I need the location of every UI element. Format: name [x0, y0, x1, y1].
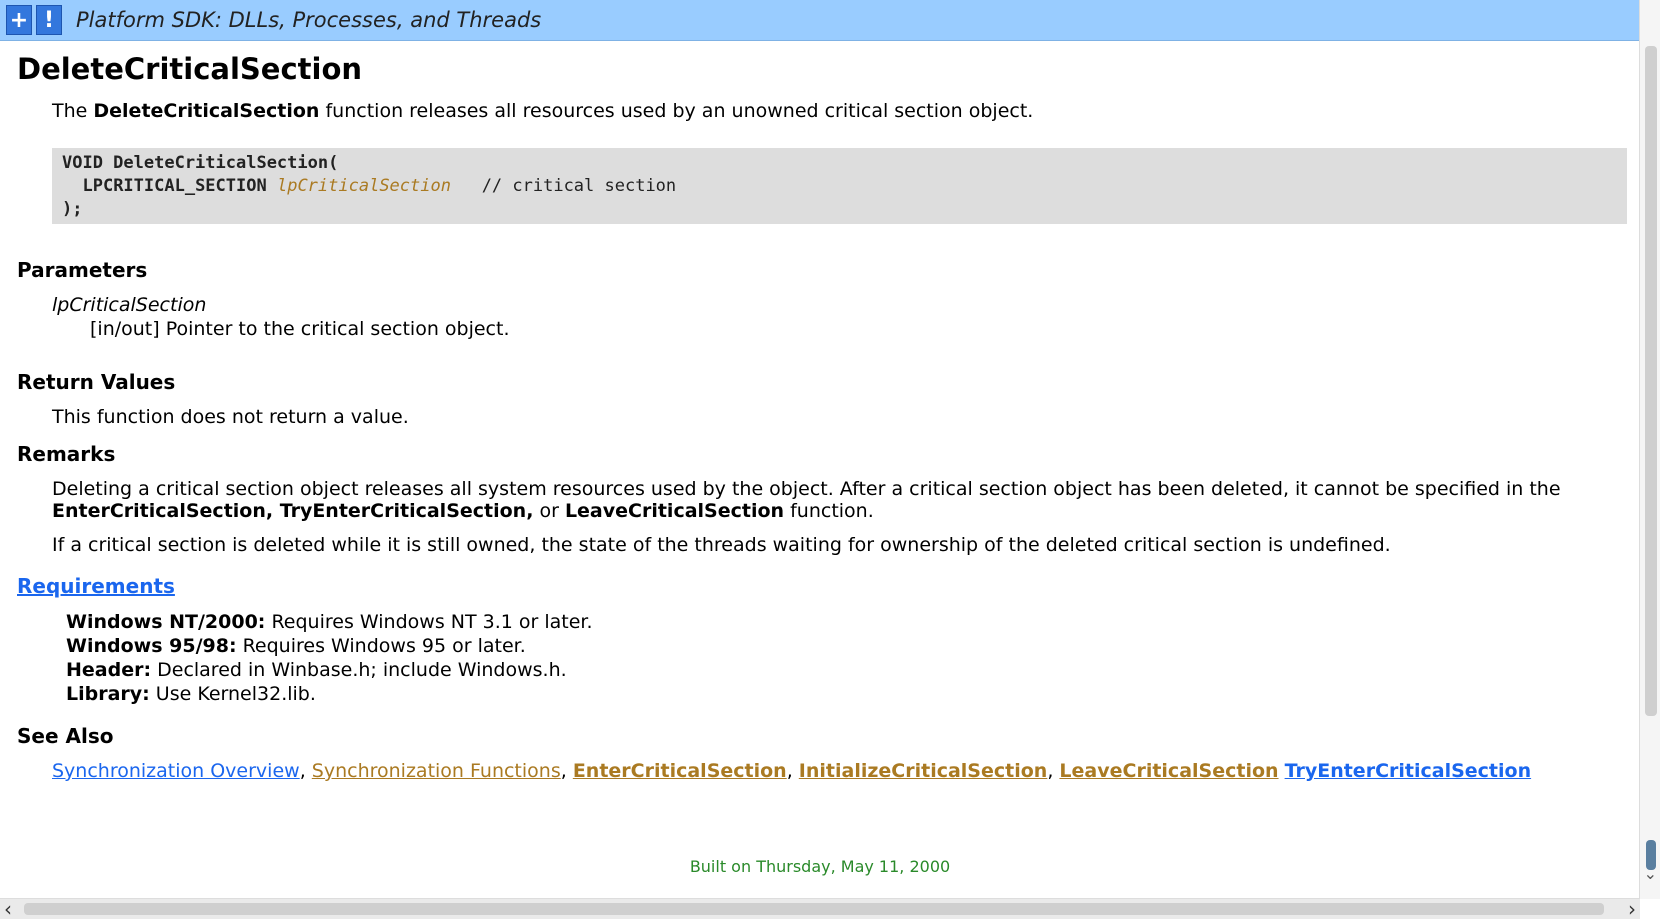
remarks-p1-leave: LeaveCriticalSection [564, 500, 785, 522]
requirement-label: Header: [66, 659, 152, 681]
see-also-links: Synchronization Overview, Synchronizatio… [52, 760, 1627, 782]
requirement-label: Windows 95/98: [66, 635, 237, 657]
link-separator: , [299, 760, 312, 782]
code-line-2: LPCRITICAL_SECTION lpCriticalSection // … [62, 175, 1617, 198]
link-separator: , [1047, 760, 1060, 782]
intro-function-name: DeleteCriticalSection [93, 100, 320, 122]
see-also-heading: See Also [17, 724, 114, 748]
scroll-left-arrow-icon[interactable]: ‹ [4, 899, 12, 919]
parameter-description: [in/out] Pointer to the critical section… [90, 318, 510, 340]
requirement-row: Windows 95/98: Requires Windows 95 or la… [66, 634, 1627, 658]
parameters-heading: Parameters [17, 258, 148, 282]
topic-banner: + ! Platform SDK: DLLs, Processes, and T… [0, 0, 1640, 41]
requirements-link[interactable]: Requirements [17, 574, 175, 598]
code-comment: // critical section [481, 176, 677, 196]
link-synchronization-functions[interactable]: Synchronization Functions [312, 760, 561, 782]
remarks-paragraph-2: If a critical section is deleted while i… [52, 534, 1391, 556]
link-tryentercriticalsection[interactable]: TryEnterCriticalSection [1285, 760, 1532, 782]
intro-pre: The [52, 100, 94, 122]
link-initializecriticalsection[interactable]: InitializeCriticalSection [799, 760, 1048, 782]
remarks-p1-text: Deleting a critical section object relea… [52, 478, 1561, 500]
code-param-type: LPCRITICAL_SECTION [82, 176, 267, 196]
requirements-list: Windows NT/2000: Requires Windows NT 3.1… [66, 610, 1627, 706]
link-entercriticalsection[interactable]: EnterCriticalSection [573, 760, 787, 782]
requirement-value: Requires Windows 95 or later. [236, 635, 526, 657]
code-line-3: ); [62, 199, 83, 219]
requirement-value: Use Kernel32.lib. [149, 683, 316, 705]
requirement-label: Library: [66, 683, 150, 705]
horizontal-scrollbar[interactable]: ‹ › [0, 898, 1640, 919]
code-block: VOID DeleteCriticalSection( LPCRITICAL_S… [52, 148, 1627, 224]
document-content: DeleteCriticalSection The DeleteCritical… [17, 52, 1627, 801]
link-separator: , [786, 760, 799, 782]
requirement-row: Windows NT/2000: Requires Windows NT 3.1… [66, 610, 1627, 634]
remarks-paragraph-1: Deleting a critical section object relea… [52, 478, 1627, 522]
requirement-row: Header: Declared in Winbase.h; include W… [66, 658, 1627, 682]
requirement-label: Windows NT/2000: [66, 611, 266, 633]
intro-post: function releases all resources used by … [319, 100, 1034, 122]
remarks-p1-or: or [533, 500, 565, 522]
alert-exclamation-button[interactable]: ! [36, 5, 62, 35]
vertical-scroll-thumb[interactable] [1645, 46, 1657, 716]
parameter-name: lpCriticalSection [52, 294, 207, 316]
requirements-heading: Requirements [17, 574, 1627, 598]
link-synchronization-overview[interactable]: Synchronization Overview [52, 760, 300, 782]
remarks-p1-end: function. [784, 500, 874, 522]
return-values-heading: Return Values [17, 370, 176, 394]
scroll-right-arrow-icon[interactable]: › [1628, 899, 1636, 919]
build-footer: Built on Thursday, May 11, 2000 [689, 857, 951, 876]
requirement-value: Declared in Winbase.h; include Windows.h… [151, 659, 567, 681]
expand-plus-button[interactable]: + [6, 5, 32, 35]
scroll-down-arrow-icon[interactable]: ⌄ [1644, 864, 1657, 883]
requirement-row: Library: Use Kernel32.lib. [66, 682, 1627, 706]
page-title: DeleteCriticalSection [17, 52, 363, 86]
banner-title: Platform SDK: DLLs, Processes, and Threa… [76, 8, 542, 32]
return-values-text: This function does not return a value. [52, 406, 409, 428]
remarks-heading: Remarks [17, 442, 116, 466]
requirement-value: Requires Windows NT 3.1 or later. [265, 611, 593, 633]
code-line-1: VOID DeleteCriticalSection( [62, 153, 339, 173]
vertical-scrollbar[interactable]: ⌄ [1639, 0, 1660, 899]
intro-paragraph: The DeleteCriticalSection function relea… [52, 100, 1627, 122]
code-param-name: lpCriticalSection [276, 176, 451, 196]
horizontal-scroll-thumb[interactable] [24, 903, 1604, 915]
link-separator: , [560, 760, 573, 782]
link-leavecriticalsection[interactable]: LeaveCriticalSection [1059, 760, 1278, 782]
remarks-p1-functions: EnterCriticalSection, TryEnterCriticalSe… [52, 500, 534, 522]
